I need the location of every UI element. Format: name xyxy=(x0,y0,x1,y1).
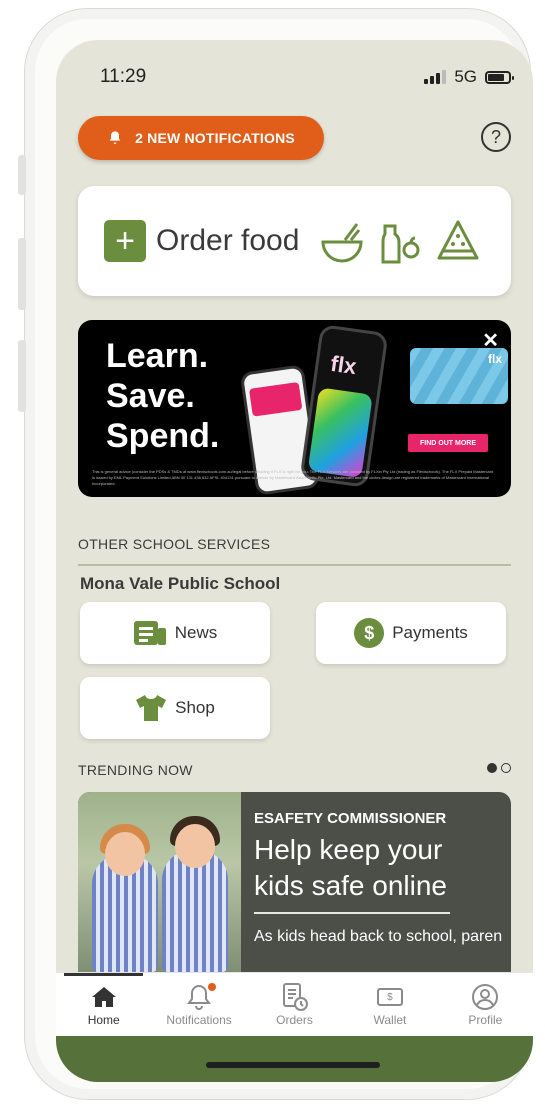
profile-icon xyxy=(472,984,499,1010)
nav-home-label: Home xyxy=(87,1013,120,1027)
device-volume-down xyxy=(18,340,26,412)
banner-phone-image: flx xyxy=(299,324,389,488)
nav-notifications-label: Notifications xyxy=(166,1013,232,1027)
trending-card[interactable]: ESAFETY COMMISSIONER Help keep your kids… xyxy=(78,792,511,972)
order-food-card[interactable]: + Order food xyxy=(78,186,511,296)
other-services-title: OTHER SCHOOL SERVICES xyxy=(78,536,271,552)
school-name: Mona Vale Public School xyxy=(80,574,281,593)
flx-logo: flx xyxy=(329,350,358,380)
bell-icon xyxy=(109,131,121,144)
network-type: 5G xyxy=(454,67,477,86)
carousel-dot[interactable] xyxy=(501,763,511,773)
nav-profile[interactable]: Profile xyxy=(438,973,533,1037)
help-button[interactable]: ? xyxy=(481,122,511,152)
tshirt-icon xyxy=(136,695,167,721)
device-side-button xyxy=(18,155,26,195)
payments-button[interactable]: $ Payments xyxy=(316,602,506,664)
carousel-indicator xyxy=(487,763,511,773)
home-icon xyxy=(91,987,116,1007)
wallet-icon: $ xyxy=(376,988,403,1006)
device-volume-up xyxy=(18,238,26,310)
news-label: News xyxy=(174,623,218,642)
trending-kicker: ESAFETY COMMISSIONER xyxy=(254,810,447,827)
banner-headline: Learn. Save. Spend. xyxy=(106,336,219,456)
nav-wallet-label: Wallet xyxy=(373,1013,407,1027)
section-divider xyxy=(78,564,511,566)
trending-divider xyxy=(254,912,450,914)
banner-fine-print: This is general advice (consider the PDS… xyxy=(92,469,494,486)
watermelon-icon xyxy=(437,220,479,260)
help-icon: ? xyxy=(490,126,501,147)
status-bar: 11:29 5G xyxy=(100,64,514,90)
trending-title: TRENDING NOW xyxy=(78,762,193,778)
bottom-navigation: Home Notifications Orders $ Wallet Profi… xyxy=(56,972,533,1037)
drink-apple-icon xyxy=(381,224,420,264)
banner-line-spend: Spend. xyxy=(106,417,220,455)
nav-profile-label: Profile xyxy=(468,1013,503,1027)
battery-icon xyxy=(485,70,514,84)
newspaper-icon xyxy=(133,621,166,645)
app-screen: 11:29 5G 2 NEW NOTIFICATIONS ? + Order f… xyxy=(56,40,533,1082)
nav-notifications[interactable]: Notifications xyxy=(151,973,246,1037)
signal-icon xyxy=(424,70,447,84)
find-out-more-button[interactable]: FIND OUT MORE xyxy=(408,434,488,452)
shop-label: Shop xyxy=(175,698,215,717)
nav-home[interactable]: Home xyxy=(56,973,151,1037)
shop-button[interactable]: Shop xyxy=(80,677,270,739)
notifications-button[interactable]: 2 NEW NOTIFICATIONS xyxy=(78,116,324,160)
banner-line-save: Save. xyxy=(106,377,195,415)
bowl-icon xyxy=(321,223,363,263)
promo-banner[interactable]: Learn. Save. Spend. flx flx ✕ FIND OUT M… xyxy=(78,320,511,497)
home-indicator[interactable] xyxy=(206,1062,380,1068)
school-kids-photo xyxy=(78,792,241,972)
banner-line-learn: Learn. xyxy=(106,337,209,375)
banner-card-image: flx xyxy=(410,348,508,404)
orders-icon xyxy=(282,983,308,1011)
card-logo: flx xyxy=(487,352,502,366)
dollar-icon: $ xyxy=(354,618,385,648)
notifications-label: 2 NEW NOTIFICATIONS xyxy=(135,130,295,146)
trending-description: As kids head back to school, parents and… xyxy=(254,928,502,945)
nav-wallet[interactable]: $ Wallet xyxy=(342,973,437,1037)
footer-bar xyxy=(56,1036,533,1082)
carousel-dot-active[interactable] xyxy=(487,763,497,773)
payments-label: Payments xyxy=(392,623,468,642)
order-food-label: Order food xyxy=(156,224,300,257)
notification-badge xyxy=(208,983,217,991)
plus-icon: + xyxy=(104,220,146,262)
close-icon[interactable]: ✕ xyxy=(482,328,499,353)
nav-orders-label: Orders xyxy=(276,1013,313,1027)
trending-headline: Help keep your kids safe online xyxy=(254,834,448,901)
nav-orders[interactable]: Orders xyxy=(247,973,342,1037)
status-time: 11:29 xyxy=(100,66,147,87)
news-button[interactable]: News xyxy=(80,602,270,664)
